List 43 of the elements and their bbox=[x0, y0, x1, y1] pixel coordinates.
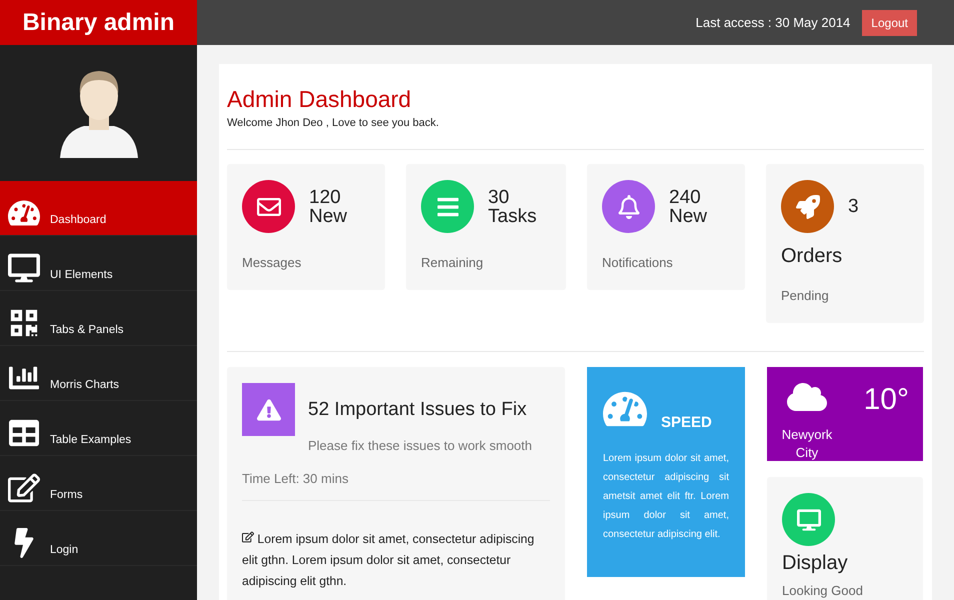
monitor-icon bbox=[796, 508, 820, 532]
gauge-icon bbox=[8, 198, 40, 228]
stat-value: 30 bbox=[488, 188, 510, 206]
edit-icon bbox=[8, 473, 40, 503]
bell-icon bbox=[616, 194, 640, 218]
sidebar-item[interactable]: Dashboard bbox=[0, 181, 197, 236]
speed-title: SPEED bbox=[661, 414, 712, 431]
sidebar-item[interactable]: Tabs & Panels bbox=[0, 291, 197, 346]
stat-unit: New bbox=[669, 206, 708, 226]
city-name: Newyork City bbox=[781, 426, 833, 462]
stat-caption: Remaining bbox=[421, 255, 484, 270]
stat-value: 120 bbox=[309, 188, 342, 206]
display-caption: Looking Good bbox=[782, 583, 864, 598]
stat-unit: New bbox=[309, 206, 348, 226]
page-title: Admin Dashboard bbox=[227, 86, 412, 113]
last-access-text: Last access : 30 May 2014 bbox=[696, 15, 850, 30]
stat-value: 240 bbox=[669, 188, 702, 206]
monitor-icon bbox=[8, 253, 40, 283]
sidebar-item[interactable]: Table Examples bbox=[0, 401, 197, 456]
rocket-icon bbox=[796, 194, 820, 218]
edit-icon bbox=[242, 531, 254, 543]
sidebar-item[interactable]: Forms bbox=[0, 456, 197, 511]
stat-value: 3 bbox=[848, 197, 859, 216]
issues-subtitle: Please fix these issues to work smooth bbox=[308, 438, 533, 453]
qr-code-icon bbox=[8, 308, 40, 338]
temperature: 10° bbox=[864, 383, 909, 418]
sidebar-item[interactable]: Morris Charts bbox=[0, 346, 197, 401]
stat-unit: Orders bbox=[781, 245, 844, 268]
stat-unit: Tasks bbox=[488, 206, 537, 226]
time-left-text: Time Left: 30 mins bbox=[242, 471, 350, 486]
issues-paragraph: Lorem ipsum dolor sit amet, consectetur adipiscing elit gthn. Lorem ipsum dolor sit amet, consectetur adipiscing elit gthn. bbox=[242, 530, 536, 590]
warning-icon bbox=[256, 398, 280, 422]
speed-text: Lorem ipsum dolor sit amet, consectetur adipiscing sit ametsit amet elit ftr. Lorem ipsum dolor sit amet, consectetur adipiscing elit. bbox=[603, 452, 729, 542]
brand-title: Binary admin bbox=[0, 0, 197, 45]
stat-caption: Messages bbox=[242, 255, 302, 270]
issues-title: 52 Important Issues to Fix bbox=[308, 398, 527, 420]
stat-caption: Pending bbox=[781, 288, 830, 303]
table-icon bbox=[8, 418, 40, 448]
sidebar-item[interactable]: UI Elements bbox=[0, 236, 197, 291]
stat-caption: Notifications bbox=[602, 255, 674, 270]
welcome-text: Welcome Jhon Deo , Love to see you back. bbox=[227, 117, 440, 129]
display-title: Display bbox=[782, 552, 849, 575]
logout-button[interactable]: Logout bbox=[862, 10, 917, 36]
